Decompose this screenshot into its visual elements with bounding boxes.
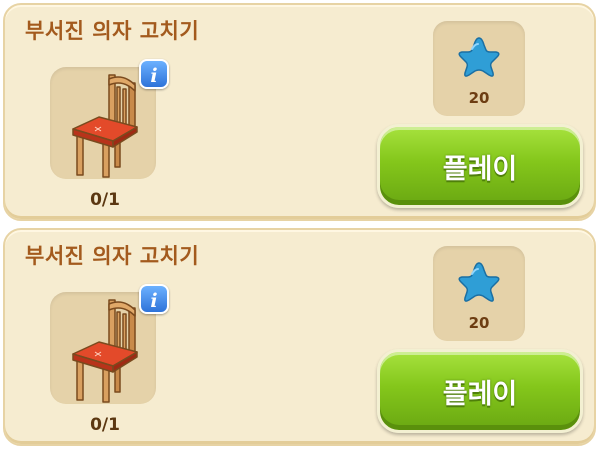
quest-title: 부서진 의자 고치기 — [25, 244, 200, 268]
quest-card: 부서진 의자 고치기 i 0/1 20 플레이 — [3, 228, 596, 446]
play-button[interactable]: 플레이 — [377, 349, 583, 433]
progress-count: 0/1 — [90, 190, 120, 210]
chair-icon — [72, 299, 138, 403]
reward-slot: 20 — [433, 246, 525, 341]
reward-amount: 20 — [468, 314, 490, 332]
play-button[interactable]: 플레이 — [377, 124, 583, 208]
blue-star-icon — [458, 37, 500, 77]
info-button[interactable]: i — [139, 284, 169, 314]
progress-count: 0/1 — [90, 415, 120, 435]
blue-star-icon — [458, 262, 500, 302]
reward-amount: 20 — [468, 89, 490, 107]
chair-icon — [72, 74, 138, 178]
quest-card: 부서진 의자 고치기 i 0/1 20 플레이 — [3, 3, 596, 221]
quest-title: 부서진 의자 고치기 — [25, 19, 200, 43]
info-button[interactable]: i — [139, 59, 169, 89]
reward-slot: 20 — [433, 21, 525, 116]
